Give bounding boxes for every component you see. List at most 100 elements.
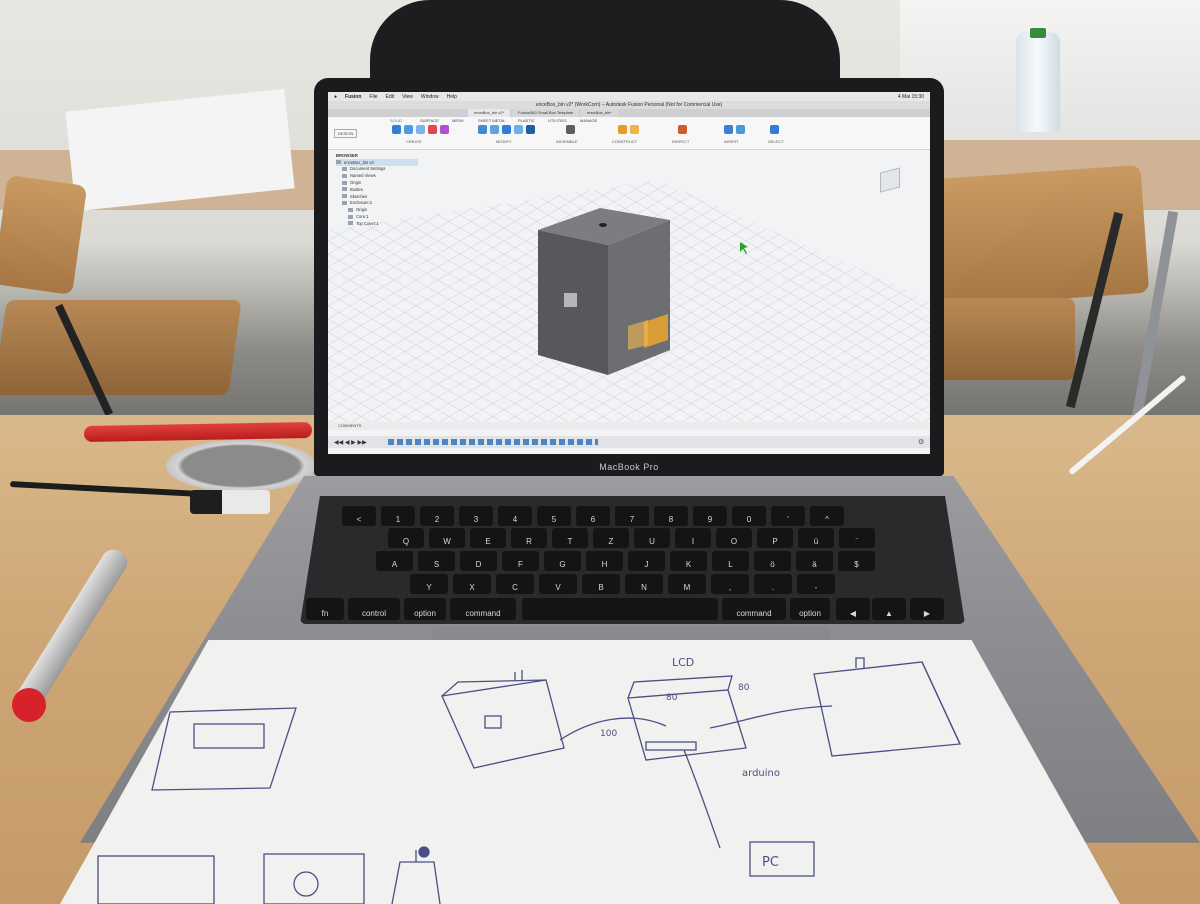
person-behind-laptop	[370, 0, 840, 82]
group-modify[interactable]: MODIFY	[496, 139, 512, 144]
joint-icon[interactable]	[566, 125, 575, 134]
browser-panel: BROWSER enceBox_bin v2 Document Settings…	[336, 152, 418, 236]
menu-view[interactable]: View	[402, 94, 413, 100]
browser-item[interactable]: Sketches	[336, 193, 418, 200]
ribbon-tab-sheet-metal[interactable]: SHEET METAL	[478, 118, 505, 123]
menu-file[interactable]: File	[369, 94, 377, 100]
ribbon-tab-solid[interactable]: SOLID	[390, 118, 402, 123]
doc-tab-1[interactable]: enceBox_bin v2*	[468, 109, 511, 117]
usb-plug	[190, 490, 270, 514]
shell-icon[interactable]	[514, 125, 523, 134]
move-icon[interactable]	[526, 125, 535, 134]
box-right-face	[608, 220, 670, 375]
screen: ● Fusion File Edit View Window Help 4 Ma…	[328, 92, 930, 454]
menu-help[interactable]: Help	[447, 94, 457, 100]
sketch-box-3	[813, 661, 961, 757]
folder-icon	[348, 207, 353, 212]
screwdriver-cap	[12, 688, 46, 722]
browser-item[interactable]: Document Settings	[336, 166, 418, 173]
timeline-features[interactable]	[388, 439, 598, 445]
sketch-box-3-knob	[855, 657, 865, 668]
new-sketch-icon[interactable]	[392, 125, 401, 134]
sketch-bottom-panel-2	[263, 853, 365, 904]
browser-title: BROWSER	[336, 152, 358, 158]
plane-icon[interactable]	[618, 125, 627, 134]
box-top-hole	[599, 223, 607, 227]
group-construct[interactable]: CONSTRUCT	[612, 139, 637, 144]
keyboard	[300, 496, 965, 624]
sketch-arrow-down	[683, 749, 721, 849]
document-tabs: enceBox_bin v2* Fusion360 Small Box Temp…	[328, 109, 930, 117]
chamfer-icon[interactable]	[502, 125, 511, 134]
ribbon-toolbar: DESIGN SOLID SURFACE MESH SHEET METAL PL…	[328, 117, 930, 150]
select-icon[interactable]	[770, 125, 779, 134]
browser-item[interactable]: Top Cover:1	[336, 220, 418, 227]
sketch-box-1	[441, 679, 565, 769]
sketch-label-pc: PC	[762, 855, 779, 870]
component-icon	[342, 200, 347, 205]
sketch-label-arduino: arduino	[742, 768, 780, 779]
tape-roll	[166, 440, 316, 492]
browser-root[interactable]: enceBox_bin v2	[336, 158, 418, 166]
chair-left-back	[0, 174, 88, 296]
timeline-rewind-icon[interactable]: ◀◀ ◀ ▶ ▶▶	[334, 439, 367, 446]
revolve-icon[interactable]	[416, 125, 425, 134]
browser-item[interactable]: Enclosure:1	[336, 200, 418, 207]
axis-icon[interactable]	[630, 125, 639, 134]
menu-app-name[interactable]: Fusion	[345, 94, 361, 100]
viewport-canvas[interactable]	[328, 150, 930, 422]
extrude-icon[interactable]	[404, 125, 413, 134]
component-icon	[348, 221, 353, 226]
laptop-brand-label: MacBook Pro	[599, 462, 659, 472]
menu-edit[interactable]: Edit	[385, 94, 394, 100]
mac-menubar: ● Fusion File Edit View Window Help 4 Ma…	[328, 92, 930, 101]
chair-right-seat	[940, 298, 1075, 380]
browser-root-label: enceBox_bin v2	[344, 159, 374, 165]
folder-icon	[342, 187, 347, 192]
ribbon-tab-manage[interactable]: MANAGE	[580, 118, 597, 123]
sketch-label-80a: 80	[666, 693, 678, 703]
menu-window[interactable]: Window	[421, 94, 439, 100]
ribbon-tab-utilities[interactable]: UTILITIES	[548, 118, 567, 123]
decal-icon[interactable]	[736, 125, 745, 134]
ribbon-tab-plastic[interactable]: PLASTIC	[518, 118, 535, 123]
component-icon	[336, 160, 341, 165]
settings-icon	[342, 166, 347, 171]
insert-icon[interactable]	[724, 125, 733, 134]
timeline-settings-icon[interactable]: ⚙	[918, 438, 924, 446]
doc-tab-3[interactable]: enceBox_bin*	[581, 109, 618, 117]
hole-icon[interactable]	[428, 125, 437, 134]
doc-tab-2[interactable]: Fusion360 Small Box Template	[512, 109, 580, 117]
browser-item[interactable]: Core:1	[336, 213, 418, 220]
ribbon-tab-surface[interactable]: SURFACE	[420, 118, 439, 123]
pattern-icon[interactable]	[440, 125, 449, 134]
browser-item[interactable]: Named Views	[336, 172, 418, 179]
ribbon-tab-mesh[interactable]: MESH	[452, 118, 464, 123]
sketch-bottom-figure	[391, 850, 441, 904]
box-front-window	[564, 293, 577, 307]
group-insert[interactable]: INSERT	[724, 139, 739, 144]
sketch-panel-window	[193, 723, 265, 749]
sketch-lcd-slot	[645, 741, 697, 751]
press-pull-icon[interactable]	[478, 125, 487, 134]
sketch-box-1-knob	[514, 670, 523, 680]
apple-icon[interactable]: ●	[334, 94, 337, 100]
workspace-switcher[interactable]: DESIGN	[334, 129, 358, 138]
comments-bar[interactable]: COMMENTS	[328, 422, 930, 430]
fillet-icon[interactable]	[490, 125, 499, 134]
group-select[interactable]: SELECT	[768, 139, 784, 144]
sketch-pc-screen	[749, 841, 815, 877]
group-inspect[interactable]: INSPECT	[672, 139, 689, 144]
sketch-box-1-button	[484, 715, 502, 729]
browser-item[interactable]: Origin	[336, 206, 418, 213]
sketch-arrow-2	[709, 705, 833, 729]
group-create[interactable]: CREATE	[406, 139, 422, 144]
browser-item[interactable]: Bodies	[336, 186, 418, 193]
folder-icon	[342, 173, 347, 178]
folder-icon	[342, 180, 347, 185]
sketch-panel-front	[151, 707, 297, 791]
folder-icon	[342, 194, 347, 199]
browser-item[interactable]: Origin	[336, 179, 418, 186]
group-assemble[interactable]: ASSEMBLE	[556, 139, 578, 144]
measure-icon[interactable]	[678, 125, 687, 134]
